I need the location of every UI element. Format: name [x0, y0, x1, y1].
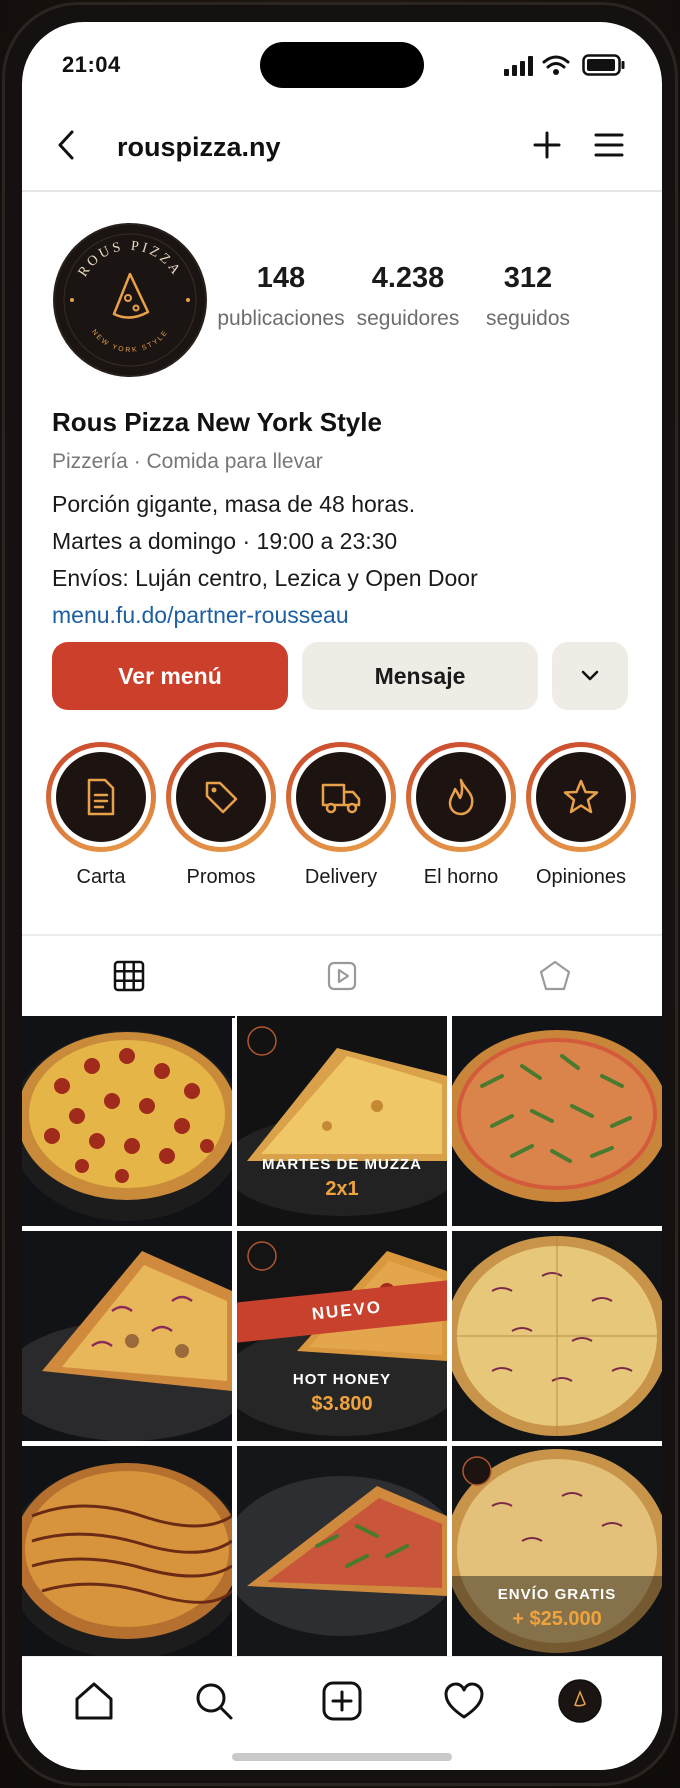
promo-price: + $25.000 [512, 1608, 602, 1630]
profile-bio: Rous Pizza New York Style Pizzería · Com… [52, 407, 642, 634]
bio-line: Porción gigante, masa de 48 horas. [52, 491, 416, 517]
stat-following-value: 312 [503, 262, 553, 294]
search-icon[interactable] [192, 1679, 236, 1723]
highlight-promos[interactable]: Promos [166, 742, 276, 889]
flame-icon [448, 778, 474, 816]
tab-tagged[interactable] [448, 936, 661, 1016]
highlight-opiniones[interactable]: Opiniones [526, 742, 636, 889]
tag-icon [205, 781, 238, 814]
stat-followers-value: 4.238 [371, 262, 445, 294]
profile-tabs [22, 934, 662, 1018]
profile-avatar-small[interactable] [558, 1679, 602, 1723]
promo-price: 2x1 [325, 1178, 359, 1200]
pepperoni-pizza-image [22, 1016, 232, 1226]
onion-pizza-image [452, 1231, 662, 1441]
bottom-navigation [22, 1656, 662, 1770]
status-time: 21:04 [62, 52, 121, 77]
posts-grid: MARTES DE MUZZA 2x1 NUEVO HOT HONEY $3.8… [22, 1016, 662, 1656]
stat-posts[interactable]: 148 publicaciones [216, 262, 346, 331]
profile-name: Rous Pizza New York Style [52, 407, 382, 437]
phone-frame: 21:04 rouspizza.ny ROUS PIZZA NEW YORK S… [2, 2, 678, 1786]
chevron-down-icon [581, 670, 599, 681]
post-thumbnail[interactable]: MARTES DE MUZZA 2x1 [237, 1016, 447, 1226]
create-icon[interactable] [320, 1679, 364, 1723]
profile-category: Pizzería · Comida para llevar [52, 450, 323, 473]
post-thumbnail[interactable] [237, 1446, 447, 1656]
post-thumbnail[interactable] [22, 1016, 232, 1226]
highlight-label: Promos [186, 866, 256, 888]
add-icon[interactable] [532, 130, 562, 160]
stat-following-label: seguidos [485, 307, 571, 330]
profile-header: rouspizza.ny [22, 112, 662, 192]
battery-icon [582, 54, 625, 76]
tagged-icon [539, 960, 570, 991]
highlight-el-horno[interactable]: El horno [406, 742, 516, 889]
highlight-label: El horno [423, 866, 499, 888]
post-thumbnail[interactable]: NUEVO HOT HONEY $3.800 [237, 1231, 447, 1441]
profile-stats: 148 publicaciones 4.238 seguidores 312 s… [217, 262, 630, 342]
highlight-label: Carta [76, 866, 126, 888]
profile-avatar[interactable]: ROUS PIZZA NEW YORK STYLE [52, 222, 208, 378]
promo-title: MARTES DE MUZZA [262, 1156, 422, 1173]
post-thumbnail[interactable] [452, 1016, 662, 1226]
reels-icon [327, 961, 356, 991]
dynamic-island [260, 42, 424, 88]
back-icon[interactable] [52, 128, 82, 162]
header-username: rouspizza.ny [117, 132, 281, 162]
highlight-delivery[interactable]: Delivery [286, 742, 396, 889]
tab-posts[interactable] [22, 936, 235, 1018]
home-indicator [232, 1753, 452, 1761]
arugula-pizza-image [452, 1016, 662, 1226]
promo-price: $3.800 [311, 1393, 373, 1415]
menu-icon[interactable] [594, 132, 624, 158]
slice-image [22, 1231, 232, 1441]
heart-icon[interactable] [442, 1679, 486, 1723]
signal-icon [504, 56, 533, 76]
stat-followers-label: seguidores [356, 307, 460, 330]
stat-following[interactable]: 312 seguidos [463, 262, 593, 331]
promo-title: ENVÍO GRATIS [497, 1586, 617, 1603]
stat-posts-label: publicaciones [217, 307, 345, 330]
document-icon [87, 778, 115, 816]
arugula-slice-image [237, 1446, 447, 1656]
post-thumbnail[interactable]: ENVÍO GRATIS + $25.000 [452, 1446, 662, 1656]
star-icon [563, 779, 599, 814]
highlight-label: Opiniones [535, 866, 627, 888]
message-button[interactable]: Mensaje [302, 642, 538, 710]
post-thumbnail[interactable] [22, 1446, 232, 1656]
view-menu-button[interactable]: Ver menú [52, 642, 288, 710]
more-options-button[interactable] [552, 642, 628, 710]
bbq-pizza-image [22, 1446, 232, 1656]
wifi-icon [542, 55, 570, 75]
tab-reels[interactable] [235, 936, 448, 1016]
status-bar: 21:04 [22, 22, 662, 112]
stat-followers[interactable]: 4.238 seguidores [343, 262, 473, 331]
highlight-label: Delivery [304, 866, 378, 888]
highlight-carta[interactable]: Carta [46, 742, 156, 889]
home-icon[interactable] [72, 1679, 116, 1723]
bio-line: Envíos: Luján centro, Lezica y Open Door [52, 565, 478, 591]
screen: 21:04 rouspizza.ny ROUS PIZZA NEW YORK S… [22, 22, 662, 1770]
promo-title: HOT HONEY [292, 1371, 392, 1388]
grid-icon [113, 960, 144, 992]
post-thumbnail[interactable] [452, 1231, 662, 1441]
bio-link[interactable]: menu.fu.do/partner-rousseau [52, 597, 642, 634]
post-thumbnail[interactable] [22, 1231, 232, 1441]
bio-line: Martes a domingo · 19:00 a 23:30 [52, 528, 398, 554]
truck-icon [321, 783, 361, 814]
stat-posts-value: 148 [256, 262, 306, 294]
